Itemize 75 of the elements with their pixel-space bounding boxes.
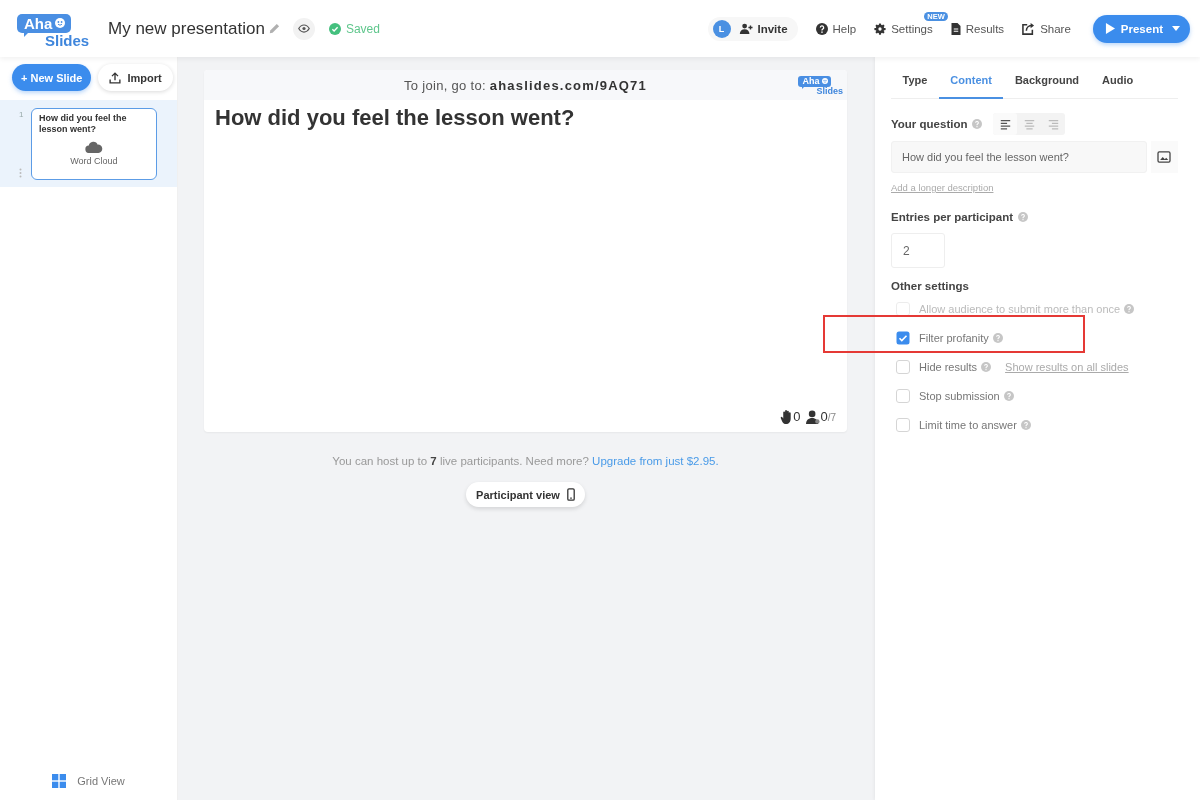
raised-hand-icon xyxy=(780,409,794,424)
checkbox[interactable] xyxy=(896,417,910,432)
share-icon xyxy=(1022,22,1036,35)
field-label: Your question xyxy=(891,118,968,130)
help-icon xyxy=(815,22,828,35)
slide-question: How did you feel the lesson went? xyxy=(215,105,576,131)
logo-text: Slides xyxy=(816,86,843,96)
settings-icon xyxy=(874,22,887,35)
help-icon xyxy=(972,119,983,129)
eye-icon xyxy=(297,24,310,33)
section-label: Other settings xyxy=(891,280,969,292)
add-image-button[interactable] xyxy=(1150,141,1178,173)
save-status: Saved xyxy=(345,21,380,36)
question-input[interactable]: How did you feel the lesson went? xyxy=(891,141,1147,173)
play-icon xyxy=(1104,23,1115,34)
align-right-icon xyxy=(1047,118,1059,130)
settings-button[interactable]: Settings xyxy=(874,22,933,35)
option-label: Stop submission xyxy=(919,389,1000,402)
grid-view-button[interactable]: Grid View xyxy=(52,774,125,788)
help-icon xyxy=(1018,212,1029,222)
document-icon xyxy=(950,22,961,35)
align-left-button[interactable] xyxy=(993,113,1018,135)
preview-button[interactable] xyxy=(292,17,315,40)
checkbox[interactable] xyxy=(896,359,910,374)
field-label: Entries per participant xyxy=(891,211,1014,223)
tab[interactable]: Background xyxy=(1003,62,1091,99)
logo-text: Aha xyxy=(24,15,53,31)
grid-icon xyxy=(52,774,67,788)
drag-handle-icon xyxy=(19,168,22,178)
slide-number: 1 xyxy=(19,111,24,119)
help-icon xyxy=(992,332,1003,343)
check-circle-icon xyxy=(328,22,341,35)
tab[interactable]: Audio xyxy=(1090,62,1145,99)
help-icon xyxy=(1124,303,1135,314)
user-avatar: L xyxy=(712,19,731,38)
logo-text: Aha xyxy=(802,76,820,86)
slide-title: How did you feel the lesson went? xyxy=(38,113,128,136)
results-button[interactable]: Results xyxy=(950,22,1005,35)
slide-type: Word Cloud xyxy=(70,155,118,166)
caret-icon xyxy=(1172,26,1180,31)
image-icon xyxy=(1157,151,1172,163)
logo-text: Slides xyxy=(45,32,90,48)
person-icon xyxy=(806,409,821,424)
slide-thumbnail[interactable]: How did you feel the lesson went? Word Cloud xyxy=(30,108,157,180)
participant-limit: /7 xyxy=(827,412,836,423)
checkbox[interactable] xyxy=(896,330,910,345)
smiley-icon xyxy=(55,18,66,28)
option-label: Allow audience to submit more than once xyxy=(919,302,1121,315)
join-instructions: To join, go to: ahaslides.com/9AQ71 xyxy=(404,77,647,93)
tab[interactable]: Type xyxy=(891,62,939,99)
share-button[interactable]: Share xyxy=(1022,22,1071,35)
raised-hand-count: 0 xyxy=(793,409,801,424)
participant-count: 0 xyxy=(820,409,828,424)
invite-button[interactable]: Invite xyxy=(738,22,788,35)
help-button[interactable]: Help xyxy=(815,22,857,35)
presentation-title[interactable]: My new presentation xyxy=(108,18,265,39)
import-button[interactable]: Import xyxy=(98,64,173,91)
participant-view-button[interactable]: Participant view xyxy=(466,482,585,507)
help-icon xyxy=(981,361,992,372)
upload-icon xyxy=(109,71,122,84)
phone-icon xyxy=(566,488,575,501)
help-icon xyxy=(1020,419,1031,430)
align-left-icon xyxy=(999,118,1011,130)
plan-notice: You can host up to 7 live participants. Need more? Upgrade from just $2.95. xyxy=(332,455,719,467)
checkbox[interactable] xyxy=(896,388,910,403)
person-plus-icon xyxy=(738,23,753,34)
option-label: Hide results xyxy=(919,360,978,373)
option-label: Limit time to answer xyxy=(919,418,1017,431)
entries-input[interactable]: 2 xyxy=(891,233,945,268)
align-center-icon xyxy=(1023,118,1035,130)
option-label: Filter profanity xyxy=(919,331,989,344)
pencil-icon xyxy=(268,23,280,34)
smiley-icon xyxy=(821,78,828,84)
cloud-icon xyxy=(83,139,104,153)
help-icon xyxy=(1003,390,1014,401)
